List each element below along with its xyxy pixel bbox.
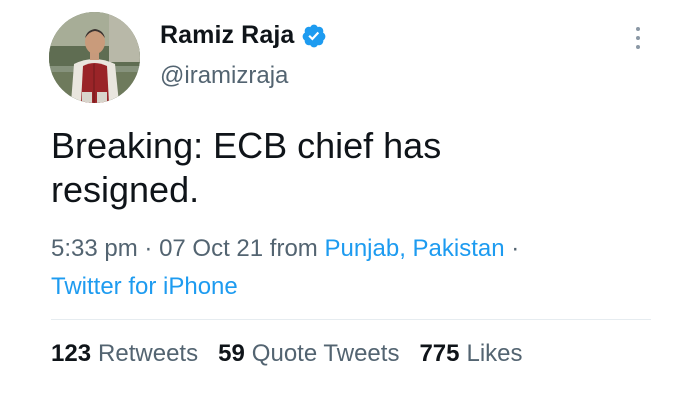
author-display-name[interactable]: Ramiz Raja	[160, 21, 294, 50]
tweet-source-link[interactable]: Twitter for iPhone	[51, 273, 238, 300]
likes-label: Likes	[466, 340, 523, 367]
tweet-text: Breaking: ECB chief has resigned.	[51, 125, 442, 210]
likes-stat[interactable]: 775 Likes	[419, 340, 522, 368]
author-name-row: Ramiz Raja	[160, 21, 327, 50]
more-vertical-icon[interactable]	[626, 24, 650, 52]
more-dot	[636, 36, 640, 40]
retweets-stat[interactable]: 123 Retweets	[51, 340, 198, 368]
more-dot	[636, 27, 640, 31]
author-handle[interactable]: @iramizraja	[160, 62, 288, 90]
tweet-date[interactable]: 07 Oct 21	[159, 235, 263, 262]
avatar-image	[49, 12, 140, 103]
quote-tweets-label: Quote Tweets	[251, 340, 400, 367]
quote-tweets-count: 59	[218, 340, 245, 367]
divider	[51, 319, 651, 320]
engagement-stats: 123 Retweets 59 Quote Tweets 775 Likes	[51, 340, 543, 368]
quote-tweets-stat[interactable]: 59 Quote Tweets	[218, 340, 399, 368]
more-dot	[636, 45, 640, 49]
tweet-meta: 5:33 pm · 07 Oct 21 from Punjab, Pakista…	[51, 230, 651, 306]
tweet-location-link[interactable]: Punjab, Pakistan	[324, 235, 504, 262]
avatar[interactable]	[49, 12, 140, 103]
retweets-count: 123	[51, 340, 92, 367]
meta-separator: ·	[511, 235, 520, 262]
tweet-card: Ramiz Raja @iramizraja Breaking: ECB chi…	[0, 0, 700, 400]
from-label: from	[269, 235, 318, 262]
likes-count: 775	[419, 340, 460, 367]
verified-badge-icon	[303, 24, 326, 47]
tweet-time[interactable]: 5:33 pm	[51, 235, 138, 262]
retweets-label: Retweets	[98, 340, 199, 367]
meta-separator: ·	[144, 235, 153, 262]
